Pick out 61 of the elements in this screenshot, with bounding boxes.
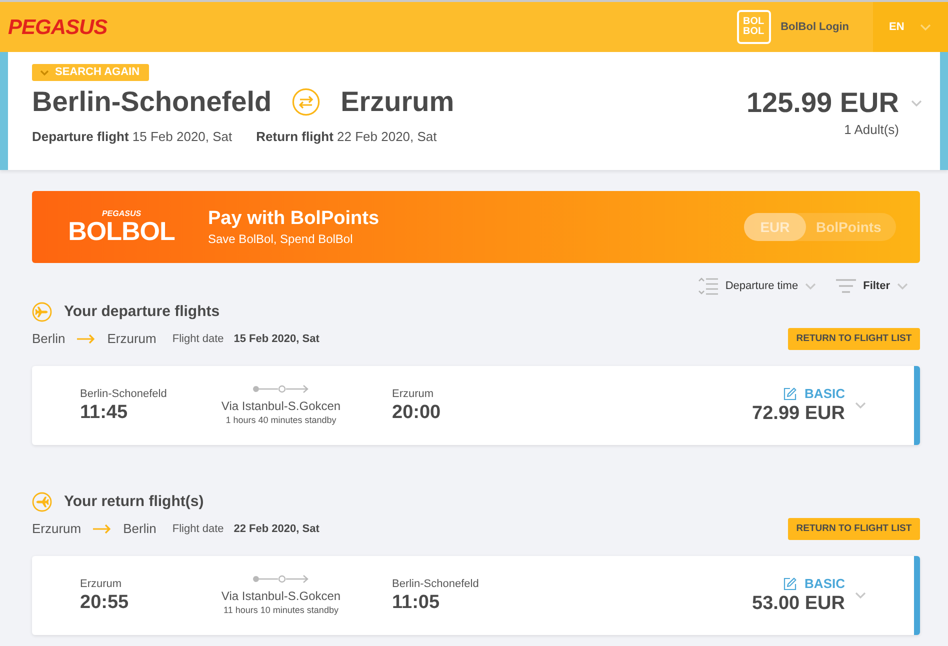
standby-text: 11 hours 10 minutes standby — [224, 604, 338, 616]
stopover-route-icon — [252, 575, 310, 583]
flight-price: 72.99 EUR — [752, 402, 845, 426]
banner-title: Pay with BolPoints — [208, 207, 380, 231]
caret-icon[interactable] — [855, 592, 866, 599]
return-to-list-button[interactable]: RETURN TO FLIGHT LIST — [788, 518, 920, 540]
flight-date-label: Flight date — [172, 522, 224, 537]
sort-button[interactable]: Departure time — [698, 276, 816, 296]
stopover-route-icon — [252, 385, 310, 393]
standby-text: 1 hours 40 minutes standby — [226, 414, 336, 426]
section-title: Your return flight(s) — [64, 492, 204, 512]
plane-icon — [32, 302, 52, 322]
departure-time: 11:45 — [80, 400, 128, 424]
arrival-airport: Erzurum — [392, 386, 434, 400]
caret-icon[interactable] — [855, 402, 866, 409]
passenger-count: 1 Adult(s) — [844, 121, 899, 139]
arrow-icon — [93, 524, 112, 534]
departure-time: 20:55 — [80, 590, 129, 614]
return-date: Return flight 22 Feb 2020, Sat — [256, 128, 437, 146]
login-link[interactable]: BolBol Login — [780, 18, 849, 36]
brand-logo: PEGASUS — [102, 210, 142, 218]
destination-city: Berlin — [123, 520, 156, 538]
section-title: Your departure flights — [64, 302, 220, 322]
origin-city: Berlin — [32, 330, 66, 348]
origin-city: Berlin-Schonefeld — [32, 85, 272, 119]
edit-icon — [782, 386, 797, 400]
bolbol-logo: BOL BOL — [736, 10, 771, 44]
flight-price: 53.00 EUR — [752, 592, 845, 616]
departure-airport: Berlin-Schonefeld — [80, 386, 167, 400]
flight-date: 22 Feb 2020, Sat — [234, 522, 320, 537]
stopover-text: Via Istanbul-S.Gokcen — [221, 589, 341, 604]
fare-name: BASIC — [804, 386, 845, 402]
arrival-time: 20:00 — [392, 400, 441, 424]
destination-city: Erzurum — [107, 330, 156, 348]
plane-icon — [32, 492, 52, 512]
caret-icon — [897, 282, 908, 290]
departure-airport: Erzurum — [80, 576, 122, 590]
banner-subtitle: Save BolBol, Spend BolBol — [208, 231, 354, 247]
return-to-list-button[interactable]: RETURN TO FLIGHT LIST — [788, 328, 920, 350]
edit-icon — [782, 576, 797, 590]
stopover-text: Via Istanbul-S.Gokcen — [221, 399, 341, 414]
origin-city: Erzurum — [32, 520, 82, 538]
caret-icon — [805, 282, 816, 290]
bolbol-logo: BOLBOL — [68, 218, 175, 244]
sort-icon — [698, 277, 718, 295]
swap-icon — [292, 88, 320, 116]
caret-icon — [40, 70, 49, 76]
brand-logo[interactable]: PEGASUS — [8, 16, 108, 38]
destination-city: Erzurum — [340, 85, 454, 119]
arrival-airport: Berlin-Schonefeld — [392, 576, 479, 590]
arrow-icon — [77, 334, 96, 344]
arrival-time: 11:05 — [392, 590, 440, 614]
filter-button[interactable]: Filter — [836, 276, 908, 296]
fare-name: BASIC — [804, 576, 845, 592]
filter-icon — [836, 278, 856, 294]
caret-icon[interactable] — [911, 100, 922, 106]
flight-date: 15 Feb 2020, Sat — [234, 332, 320, 347]
caret-icon — [920, 24, 932, 30]
departure-date: Departure flight 15 Feb 2020, Sat — [32, 128, 232, 146]
flight-date-label: Flight date — [172, 332, 224, 347]
total-price: 125.99 EUR — [746, 86, 899, 120]
